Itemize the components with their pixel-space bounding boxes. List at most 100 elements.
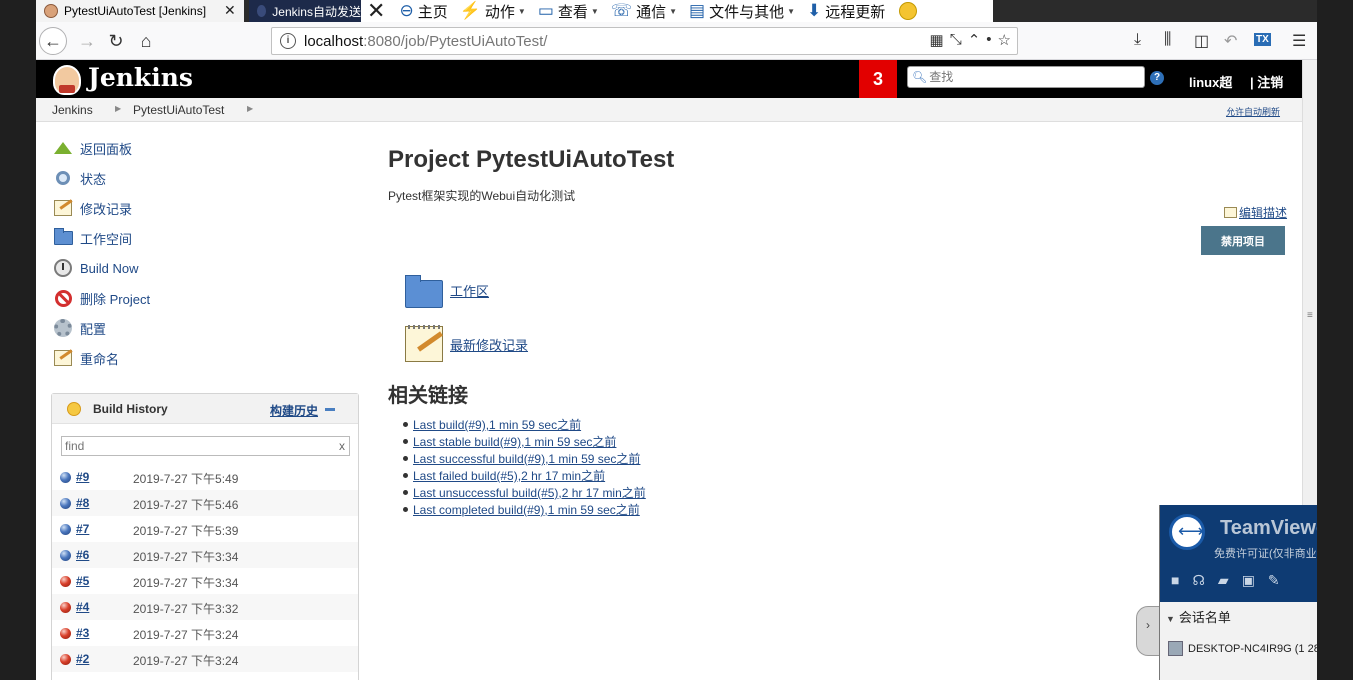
more-dots-icon[interactable]: • xyxy=(986,31,991,49)
logout-link[interactable]: | 注销 xyxy=(1250,72,1283,91)
smiley-icon[interactable] xyxy=(899,2,918,20)
jenkins-butler-icon[interactable] xyxy=(53,65,81,95)
build-time[interactable]: 2019-7-27 下午3:24 xyxy=(133,652,238,669)
tools-icon[interactable]: ✎ xyxy=(1268,572,1280,589)
last-completed-build-link[interactable]: Last completed build(#9),1 min 59 sec之前 xyxy=(413,503,640,517)
build-status-ball-icon[interactable] xyxy=(60,654,71,665)
search-input[interactable] xyxy=(929,70,1130,84)
files-icon[interactable]: ▣ xyxy=(1242,572,1255,589)
last-failed-build-link[interactable]: Last failed build(#5),2 hr 17 min之前 xyxy=(413,469,605,483)
library-icon[interactable]: ⫼ xyxy=(1164,31,1171,49)
chat-icon[interactable]: ▰ xyxy=(1218,572,1229,589)
last-build-link[interactable]: Last build(#9),1 min 59 sec之前 xyxy=(413,418,581,432)
search-field[interactable]: 🔍︎ xyxy=(907,66,1145,88)
tv-actions-button[interactable]: ⚡ 动作 ▼ xyxy=(454,0,532,22)
task-delete-project[interactable]: 删除 Project xyxy=(52,286,150,310)
video-icon[interactable]: ■ xyxy=(1171,572,1179,589)
build-status-ball-icon[interactable] xyxy=(60,472,71,483)
notification-badge[interactable]: 3 xyxy=(859,60,897,98)
permalinks-list: Last build(#9),1 min 59 sec之前 Last stabl… xyxy=(403,416,646,518)
build-time[interactable]: 2019-7-27 下午3:32 xyxy=(133,600,238,617)
home-button[interactable]: ⌂ xyxy=(131,26,161,56)
build-time[interactable]: 2019-7-27 下午3:34 xyxy=(133,548,238,565)
download-icon[interactable]: ⤓ xyxy=(1134,31,1141,49)
build-number-link[interactable]: #6 xyxy=(76,548,89,562)
build-status-ball-icon[interactable] xyxy=(60,602,71,613)
build-time[interactable]: 2019-7-27 下午3:24 xyxy=(133,626,238,643)
info-icon[interactable]: i xyxy=(280,33,296,49)
tv-view-button[interactable]: ▭ 查看 ▼ xyxy=(532,0,605,22)
translate-extension-icon[interactable]: TX xyxy=(1254,33,1271,46)
task-configure[interactable]: 配置 xyxy=(52,316,106,340)
build-status-ball-icon[interactable] xyxy=(60,498,71,509)
chevron-up-icon[interactable]: ⌃ xyxy=(968,31,981,49)
headset-icon[interactable]: ☊ xyxy=(1192,572,1204,589)
breadcrumb-project[interactable]: PytestUiAutoTest xyxy=(133,103,224,117)
user-link[interactable]: linux超 xyxy=(1189,72,1232,91)
jenkins-logo[interactable]: Jenkins xyxy=(88,63,193,92)
task-status[interactable]: 状态 xyxy=(52,166,106,190)
task-rename[interactable]: 重命名 xyxy=(52,346,119,370)
session-list-title[interactable]: ▼ 会话名单 xyxy=(1166,607,1231,626)
tv-comm-button[interactable]: ☏ 通信 ▼ xyxy=(605,0,683,22)
tab-jenkins[interactable]: PytestUiAutoTest [Jenkins] ✕ xyxy=(36,0,244,22)
task-changes[interactable]: 修改记录 xyxy=(52,196,132,220)
tv-home-button[interactable]: ⊖ 主页 xyxy=(393,0,453,22)
build-filter-input[interactable] xyxy=(62,437,322,455)
scroll-grip-icon[interactable]: ≡ xyxy=(1307,310,1313,321)
build-status-ball-icon[interactable] xyxy=(60,576,71,587)
forward-button[interactable]: → xyxy=(72,26,102,56)
sidebar-icon[interactable]: ◫ xyxy=(1194,31,1209,51)
star-icon[interactable]: ☆ xyxy=(998,31,1011,49)
edit-description-link[interactable]: 编辑描述 xyxy=(1224,204,1287,221)
breadcrumb-arrow-icon[interactable]: ▶ xyxy=(115,104,121,113)
last-stable-build-link[interactable]: Last stable build(#9),1 min 59 sec之前 xyxy=(413,435,616,449)
last-successful-build-link[interactable]: Last successful build(#9),1 min 59 sec之前 xyxy=(413,452,640,466)
recent-changes-link[interactable]: 最新修改记录 xyxy=(405,325,528,362)
build-number-link[interactable]: #3 xyxy=(76,626,89,640)
expand-icon[interactable]: ⤡ xyxy=(950,31,962,49)
qr-icon[interactable]: ▦ xyxy=(930,31,944,49)
help-icon[interactable]: ? xyxy=(1150,71,1164,85)
build-number-link[interactable]: #4 xyxy=(76,600,89,614)
close-session-icon[interactable]: ✕ xyxy=(361,0,393,24)
build-number-link[interactable]: #7 xyxy=(76,522,89,536)
task-build-now[interactable]: Build Now xyxy=(52,256,139,280)
clear-filter-icon[interactable]: x xyxy=(339,439,345,453)
task-workspace[interactable]: 工作空间 xyxy=(52,226,132,250)
collapse-icon[interactable] xyxy=(325,408,335,411)
build-time[interactable]: 2019-7-27 下午5:46 xyxy=(133,496,238,513)
tv-files-button[interactable]: ▤ 文件与其他 ▼ xyxy=(683,0,801,22)
auto-refresh-link[interactable]: 允许自动刷新 xyxy=(1226,105,1280,118)
build-status-ball-icon[interactable] xyxy=(60,524,71,535)
build-number-link[interactable]: #2 xyxy=(76,652,89,666)
build-status-ball-icon[interactable] xyxy=(60,550,71,561)
menu-icon[interactable]: ☰ xyxy=(1292,31,1306,51)
breadcrumb-arrow-icon[interactable]: ▶ xyxy=(247,104,253,113)
build-trend-link[interactable]: 构建历史 xyxy=(270,402,318,419)
session-device[interactable]: DESKTOP-NC4IR9G (1 28 xyxy=(1168,641,1317,656)
build-time[interactable]: 2019-7-27 下午3:34 xyxy=(133,574,238,591)
reload-button[interactable]: ↻ xyxy=(101,26,131,56)
build-time[interactable]: 2019-7-27 下午5:49 xyxy=(133,470,238,487)
build-number-link[interactable]: #8 xyxy=(76,496,89,510)
task-back-to-dashboard[interactable]: 返回面板 xyxy=(52,136,132,160)
breadcrumb-jenkins[interactable]: Jenkins xyxy=(52,103,93,117)
build-number-link[interactable]: #5 xyxy=(76,574,89,588)
back-button[interactable]: ← xyxy=(39,27,67,55)
tab-jenkins-mail[interactable]: Jenkins自动发送 xyxy=(249,0,361,22)
folder-icon[interactable] xyxy=(405,275,443,308)
build-time[interactable]: 2019-7-27 下午5:39 xyxy=(133,522,238,539)
workspace-link[interactable]: 工作区 xyxy=(405,275,489,308)
build-status-ball-icon[interactable] xyxy=(60,628,71,639)
build-number-link[interactable]: #9 xyxy=(76,470,89,484)
url-bar[interactable]: i localhost:8080/job/PytestUiAutoTest/ ▦… xyxy=(271,27,1018,55)
notepad-icon[interactable] xyxy=(405,325,443,362)
build-filter[interactable]: x xyxy=(61,436,350,456)
teamviewer-expand-tab[interactable]: › xyxy=(1136,606,1160,656)
last-unsuccessful-build-link[interactable]: Last unsuccessful build(#5),2 hr 17 min之… xyxy=(413,486,646,500)
disable-project-button[interactable]: 禁用项目 xyxy=(1201,226,1285,255)
close-tab-icon[interactable]: ✕ xyxy=(224,2,236,19)
tv-update-button[interactable]: ⬇ 远程更新 xyxy=(801,0,891,22)
undo-icon[interactable]: ↶ xyxy=(1224,31,1237,51)
